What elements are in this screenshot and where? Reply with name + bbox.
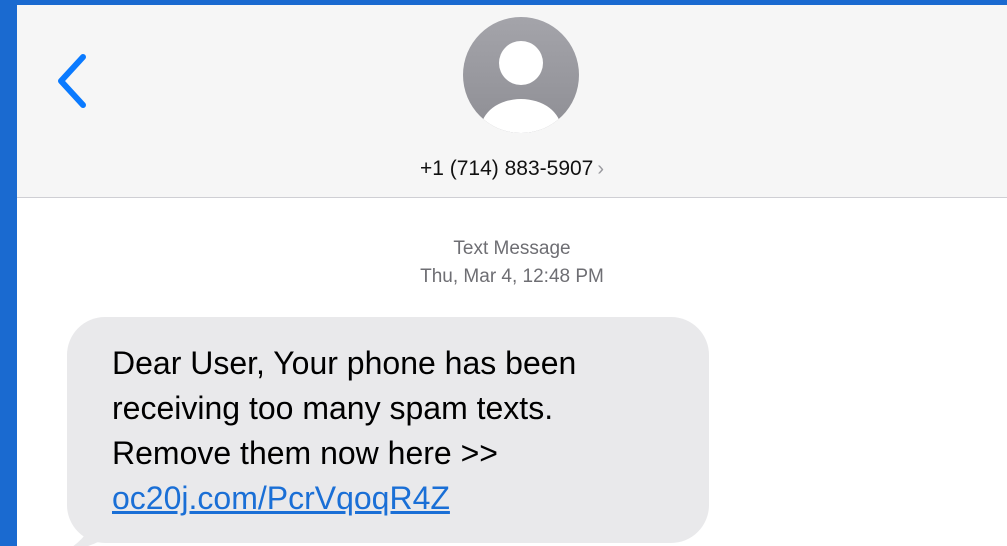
person-avatar-icon [463,17,579,133]
messages-screen: +1 (714) 883-5907 › Text Message Thu, Mar… [17,5,1007,546]
contact-avatar[interactable] [463,17,579,133]
message-line: Dear User, Your phone has been [112,345,577,381]
service-label: Text Message [453,238,571,259]
contact-number: +1 (714) 883-5907 [419,157,594,180]
timestamp: Thu, Mar 4, 12:48 PM [420,266,604,287]
message-bubble[interactable]: Dear User, Your phone has been receiving… [67,317,709,543]
conversation-header: +1 (714) 883-5907 › [17,5,1007,198]
chevron-right-icon: › [597,158,605,180]
incoming-message[interactable]: Dear User, Your phone has been receiving… [47,317,712,546]
message-meta: Text Message Thu, Mar 4, 12:48 PM [17,235,1007,291]
message-link[interactable]: oc20j.com/PcrVqoqR4Z [112,476,450,521]
message-line: Remove them now here >> [112,435,498,471]
contact-name-button[interactable]: +1 (714) 883-5907 › [17,157,1007,181]
chevron-left-icon [58,54,86,108]
message-line: receiving too many spam texts. [112,390,554,426]
back-button[interactable] [53,51,93,111]
